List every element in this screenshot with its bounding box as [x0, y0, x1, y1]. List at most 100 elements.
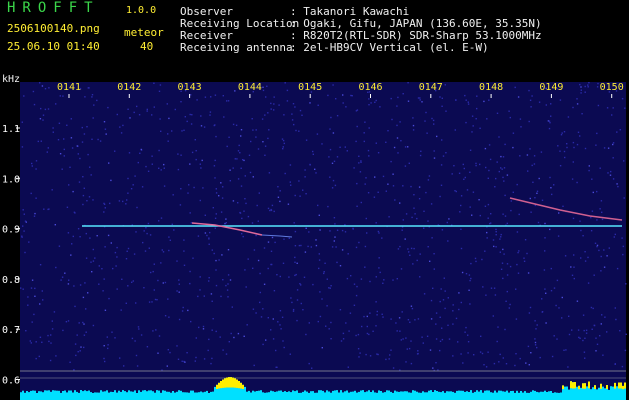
noise-dot	[311, 367, 313, 369]
noise-dot	[455, 99, 457, 101]
noise-dot	[189, 282, 191, 285]
noise-dot	[190, 320, 192, 323]
noise-dot	[96, 99, 98, 102]
level-column	[548, 391, 550, 400]
noise-dot	[401, 311, 403, 313]
level-column	[508, 392, 510, 400]
level-column	[136, 393, 138, 400]
noise-dot	[601, 218, 604, 221]
noise-dot	[63, 138, 65, 140]
noise-dot	[127, 177, 129, 180]
noise-dot	[454, 129, 456, 131]
noise-dot	[267, 267, 269, 270]
noise-dot	[365, 353, 367, 356]
level-column	[466, 391, 468, 400]
noise-dot	[284, 172, 286, 175]
noise-dot	[151, 114, 153, 116]
noise-dot	[225, 284, 227, 287]
noise-dot	[534, 344, 537, 346]
noise-dot	[30, 192, 32, 195]
level-column	[86, 391, 88, 400]
level-column	[190, 390, 192, 400]
noise-dot	[555, 304, 557, 307]
noise-dot	[590, 216, 592, 219]
noise-dot	[119, 357, 121, 359]
noise-dot	[512, 132, 515, 134]
noise-dot	[98, 265, 100, 267]
noise-dot	[495, 231, 497, 233]
level-column	[252, 390, 254, 400]
noise-dot	[550, 103, 552, 105]
noise-dot	[360, 161, 362, 163]
noise-dot	[599, 335, 601, 337]
noise-dot	[500, 236, 502, 238]
noise-dot	[485, 366, 488, 368]
noise-dot	[356, 109, 359, 111]
noise-dot	[441, 139, 443, 141]
noise-dot	[396, 124, 398, 127]
level-column	[320, 390, 322, 400]
noise-dot	[87, 87, 89, 89]
level-column	[434, 390, 436, 400]
noise-dot	[508, 110, 510, 112]
noise-dot	[429, 349, 432, 351]
noise-dot	[452, 323, 454, 325]
noise-dot	[528, 89, 530, 92]
noise-dot	[302, 189, 304, 191]
level-column	[26, 391, 28, 400]
noise-dot	[79, 236, 81, 238]
noise-dot	[262, 343, 264, 346]
noise-dot	[107, 106, 109, 109]
station-info-values: : Takanori Kawachi : Ogaki, Gifu, JAPAN …	[290, 6, 542, 54]
noise-dot	[392, 279, 394, 281]
noise-dot	[167, 349, 169, 351]
noise-dot	[544, 237, 546, 239]
noise-dot	[375, 142, 377, 144]
noise-dot	[550, 187, 552, 189]
level-column	[140, 391, 142, 400]
noise-dot	[358, 155, 360, 157]
noise-dot	[215, 192, 218, 194]
noise-dot	[342, 332, 345, 335]
noise-dot	[467, 352, 469, 354]
noise-dot	[51, 189, 53, 191]
noise-dot	[519, 357, 521, 360]
noise-dot	[425, 191, 427, 194]
noise-dot	[609, 174, 612, 176]
noise-dot	[536, 346, 538, 349]
noise-dot	[153, 106, 155, 108]
noise-dot	[537, 221, 540, 224]
noise-dot	[327, 94, 329, 97]
level-peak	[578, 385, 580, 390]
noise-dot	[73, 285, 75, 287]
noise-dot	[192, 257, 194, 259]
noise-dot	[402, 185, 404, 187]
noise-dot	[114, 337, 116, 339]
noise-dot	[498, 361, 500, 363]
level-column	[296, 390, 298, 400]
noise-dot	[32, 90, 35, 93]
noise-dot	[42, 119, 44, 121]
noise-dot	[323, 272, 325, 275]
noise-dot	[515, 288, 517, 290]
noise-dot	[356, 285, 358, 288]
noise-dot	[431, 237, 433, 239]
noise-dot	[116, 256, 118, 258]
noise-dot	[375, 301, 377, 303]
level-column	[168, 391, 170, 400]
noise-dot	[82, 203, 84, 206]
noise-dot	[138, 114, 141, 116]
level-column	[148, 390, 150, 400]
noise-dot	[407, 248, 409, 250]
noise-dot	[252, 308, 255, 310]
noise-dot	[489, 158, 492, 161]
level-column	[334, 390, 336, 400]
noise-dot	[543, 269, 546, 271]
noise-dot	[607, 147, 610, 149]
noise-dot	[376, 314, 378, 316]
noise-dot	[399, 202, 401, 204]
noise-dot	[309, 102, 311, 104]
level-column	[90, 392, 92, 400]
noise-dot	[430, 299, 433, 302]
noise-dot	[143, 230, 145, 232]
